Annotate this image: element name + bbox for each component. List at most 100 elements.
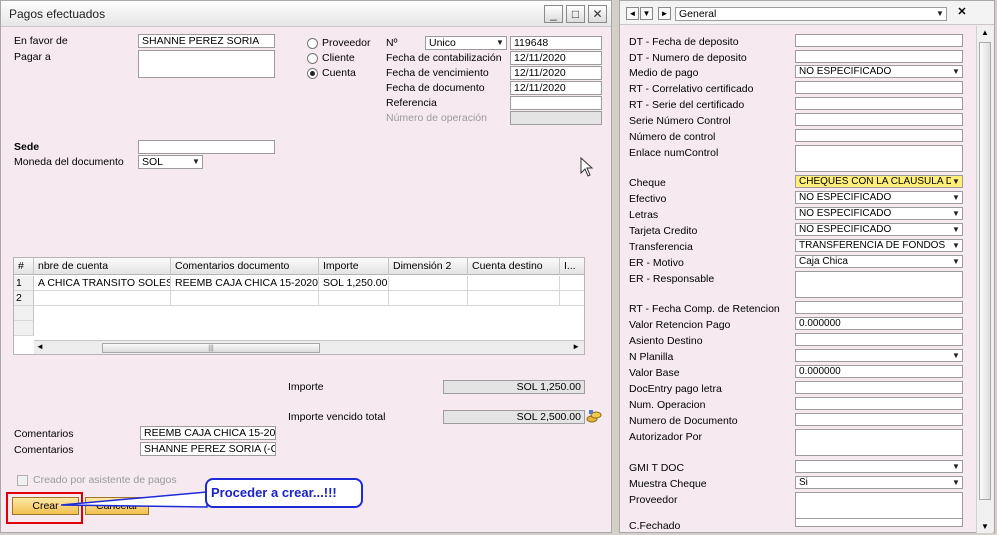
series-select[interactable]: Unico ▼ xyxy=(425,36,507,50)
col-header-extra[interactable]: I... xyxy=(560,258,584,275)
en-favor-de-field[interactable]: SHANNE PEREZ SORIA xyxy=(138,34,275,48)
field-input[interactable] xyxy=(795,34,963,47)
field-value: NO ESPECIFICADO xyxy=(799,66,892,77)
scroll-right-icon[interactable]: ► xyxy=(572,342,580,351)
grid-horizontal-scrollbar[interactable]: ◄ ||| ► xyxy=(34,340,584,354)
maximize-button[interactable]: □ xyxy=(566,5,585,23)
referencia-label: Referencia xyxy=(386,97,437,109)
chevron-down-icon: ▼ xyxy=(951,461,961,472)
cell-cuenta-destino[interactable] xyxy=(468,291,560,306)
field-input[interactable] xyxy=(795,145,963,172)
col-header-dimension2[interactable]: Dimensión 2 xyxy=(389,258,468,275)
close-panel-button[interactable]: ✕ xyxy=(954,7,970,20)
cell-importe[interactable]: SOL 1,250.00 xyxy=(319,276,389,291)
scroll-thumb[interactable] xyxy=(979,42,991,500)
col-header-num[interactable]: # xyxy=(14,258,34,275)
field-input[interactable] xyxy=(795,413,963,426)
field-input[interactable] xyxy=(795,333,963,346)
radio-proveedor-label[interactable]: Proveedor xyxy=(322,37,370,49)
comentarios-field-2[interactable]: SHANNE PEREZ SORIA (-Caj xyxy=(140,442,276,456)
cell-cuenta-destino[interactable] xyxy=(468,276,560,291)
field-select[interactable]: NO ESPECIFICADO ▼ xyxy=(795,191,963,204)
row-number-empty xyxy=(14,321,34,336)
field-input[interactable]: 0.000000 xyxy=(795,365,963,378)
fecha-documento-field[interactable]: 12/11/2020 xyxy=(510,81,602,95)
close-button[interactable]: ✕ xyxy=(588,5,607,23)
radio-proveedor[interactable] xyxy=(307,38,318,49)
category-select[interactable]: General ▼ xyxy=(675,7,947,21)
field-input[interactable] xyxy=(795,50,963,63)
chevron-down-icon[interactable]: ▼ xyxy=(640,7,653,20)
numero-field[interactable]: 119648 xyxy=(510,36,602,50)
coins-icon[interactable] xyxy=(586,408,602,424)
field-input[interactable] xyxy=(795,518,963,527)
cell-extra[interactable] xyxy=(560,291,584,306)
scroll-left-icon[interactable]: ◄ xyxy=(36,342,44,351)
field-input[interactable] xyxy=(795,381,963,394)
fecha-vencimiento-label: Fecha de vencimiento xyxy=(386,67,489,79)
cell-dimension2[interactable] xyxy=(389,276,468,291)
chevron-down-icon: ▼ xyxy=(192,157,200,166)
fecha-contabilizacion-field[interactable]: 12/11/2020 xyxy=(510,51,602,65)
field-input[interactable] xyxy=(795,113,963,126)
radio-cliente-label[interactable]: Cliente xyxy=(322,52,355,64)
row-number[interactable]: 2 xyxy=(14,291,34,306)
cell-importe[interactable] xyxy=(319,291,389,306)
window-titlebar[interactable]: Pagos efectuados _ □ ✕ xyxy=(1,1,611,27)
chevron-down-icon: ▼ xyxy=(951,240,961,251)
panel-vertical-scrollbar[interactable]: ▲ ▼ xyxy=(976,26,993,533)
payments-window: Pagos efectuados _ □ ✕ En favor de SHANN… xyxy=(0,0,612,533)
field-select[interactable]: TRANSFERENCIA DE FONDOS ▼ xyxy=(795,239,963,252)
scroll-up-icon[interactable]: ▲ xyxy=(981,28,989,37)
field-label: Proveedor xyxy=(629,494,678,506)
scroll-thumb[interactable]: ||| xyxy=(102,343,320,353)
field-select[interactable]: Caja Chica ▼ xyxy=(795,255,963,268)
comentarios-label-1: Comentarios xyxy=(14,428,74,440)
prev-arrow-icon[interactable]: ◄ xyxy=(626,7,639,20)
field-input[interactable] xyxy=(795,301,963,314)
cell-extra[interactable] xyxy=(560,276,584,291)
radio-cliente[interactable] xyxy=(307,53,318,64)
cell-dimension2[interactable] xyxy=(389,291,468,306)
field-value: NO ESPECIFICADO xyxy=(799,208,892,219)
field-input[interactable] xyxy=(795,429,963,456)
col-header-cuenta-destino[interactable]: Cuenta destino xyxy=(468,258,560,275)
field-select[interactable]: ▼ xyxy=(795,460,963,473)
col-header-importe[interactable]: Importe xyxy=(319,258,389,275)
field-input[interactable] xyxy=(795,81,963,94)
importe-vencido-label: Importe vencido total xyxy=(288,411,386,423)
cell-comentarios[interactable] xyxy=(171,291,319,306)
chevron-down-icon: ▼ xyxy=(951,350,961,361)
scroll-down-icon[interactable]: ▼ xyxy=(981,522,989,531)
field-select[interactable]: NO ESPECIFICADO ▼ xyxy=(795,65,963,78)
field-label: Asiento Destino xyxy=(629,335,703,347)
field-input[interactable] xyxy=(795,129,963,142)
radio-cuenta[interactable] xyxy=(307,68,318,79)
field-input[interactable]: 0.000000 xyxy=(795,317,963,330)
referencia-field[interactable] xyxy=(510,96,602,110)
field-input[interactable] xyxy=(795,397,963,410)
minimize-button[interactable]: _ xyxy=(544,5,563,23)
field-select[interactable]: NO ESPECIFICADO ▼ xyxy=(795,223,963,236)
field-label: Num. Operacion xyxy=(629,399,706,411)
cell-cuenta[interactable] xyxy=(34,291,171,306)
radio-cuenta-label[interactable]: Cuenta xyxy=(322,67,356,79)
field-input[interactable] xyxy=(795,271,963,298)
field-input[interactable] xyxy=(795,492,963,519)
col-header-cuenta[interactable]: nbre de cuenta xyxy=(34,258,171,275)
cell-comentarios[interactable]: REEMB CAJA CHICA 15-2020 xyxy=(171,276,319,291)
col-header-comentarios[interactable]: Comentarios documento xyxy=(171,258,319,275)
field-select[interactable]: NO ESPECIFICADO ▼ xyxy=(795,207,963,220)
field-input[interactable] xyxy=(795,97,963,110)
fecha-vencimiento-field[interactable]: 12/11/2020 xyxy=(510,66,602,80)
sede-field[interactable] xyxy=(138,140,275,154)
row-number[interactable]: 1 xyxy=(14,276,34,291)
cell-cuenta[interactable]: A CHICA TRANSITO SOLES xyxy=(34,276,171,291)
moneda-select[interactable]: SOL ▼ xyxy=(138,155,203,169)
pagar-a-field[interactable] xyxy=(138,50,275,78)
field-select[interactable]: ▼ xyxy=(795,349,963,362)
next-arrow-icon[interactable]: ► xyxy=(658,7,671,20)
field-select[interactable]: Si ▼ xyxy=(795,476,963,489)
comentarios-field-1[interactable]: REEMB CAJA CHICA 15-2020 xyxy=(140,426,276,440)
field-select[interactable]: CHEQUES CON LA CLAUSULA DE ▼ xyxy=(795,175,963,188)
